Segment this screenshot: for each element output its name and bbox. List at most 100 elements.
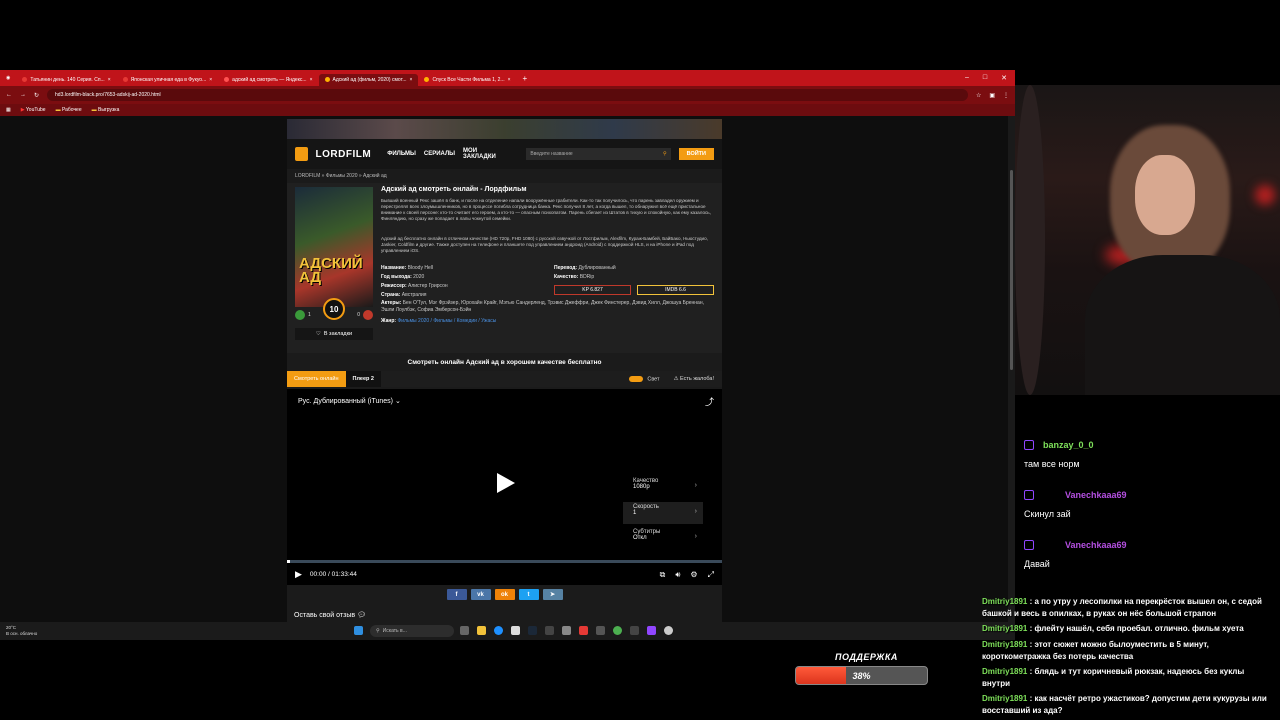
app-icon[interactable]	[562, 626, 571, 635]
vk-share-button[interactable]: vk	[470, 589, 491, 600]
telegram-share-button[interactable]: ➤	[542, 589, 563, 600]
taskbar-search-placeholder: Искать в...	[382, 628, 407, 634]
tab-label: Спуск Все Части Фильма 1, 2...	[432, 76, 505, 83]
reload-icon[interactable]: ↻	[34, 92, 39, 99]
chevron-right-icon: ›	[694, 482, 697, 489]
apps-icon[interactable]: ▦	[6, 107, 11, 113]
nav-films[interactable]: ФИЛЬМЫ	[387, 151, 416, 157]
url-field[interactable]: hd3.lordfilm-black.pro/7653-adskij-ad-20…	[47, 89, 968, 101]
video-player[interactable]: Рус. Дублированный (iTunes) ⌄ ⤴ Качество…	[287, 389, 722, 585]
support-percent: 38%	[852, 670, 871, 681]
light-toggle[interactable]: Свет	[629, 375, 660, 382]
browser-tab[interactable]: Спуск Все Части Фильма 1, 2... ×	[418, 74, 516, 86]
steam-icon[interactable]	[528, 626, 537, 635]
forward-icon[interactable]: →	[20, 92, 26, 98]
minimize-icon[interactable]: –	[965, 74, 969, 82]
login-button[interactable]: ВОЙТИ	[678, 148, 714, 160]
extensions-icon[interactable]: ▣	[989, 92, 995, 99]
new-tab-icon[interactable]: +	[517, 74, 534, 83]
chat-username[interactable]: Vanechkaaa69	[1065, 490, 1127, 500]
like-icon[interactable]	[295, 310, 305, 320]
dub-selector[interactable]: Рус. Дублированный (iTunes) ⌄	[298, 397, 401, 405]
person-body	[1085, 255, 1280, 395]
player-controls: ▶ 00:00 / 01:33:44 ⧉ 🔊︎ ⚙ ⤢	[287, 564, 722, 585]
nav-series[interactable]: СЕРИАЛЫ	[424, 151, 455, 157]
dislike-icon[interactable]	[363, 310, 373, 320]
votes-row: 1 0	[295, 310, 373, 320]
bookmark-folder[interactable]: ▬ Рабочее	[56, 107, 82, 113]
bookmark-youtube[interactable]: ▶ YouTube	[21, 107, 46, 113]
discord-icon[interactable]	[647, 626, 656, 635]
settings-gear-icon[interactable]: ⚙	[690, 570, 697, 580]
browser-tab[interactable]: адский ад смотреть — Яндекс... ×	[218, 74, 318, 86]
speed-setting[interactable]: Скорость 1 ›	[623, 502, 703, 524]
app-icon[interactable]	[596, 626, 605, 635]
complaint-link[interactable]: ⚠ Есть жалоба!	[674, 376, 714, 382]
comment-icon: 💬︎	[357, 612, 366, 619]
ok-share-button[interactable]: ok	[494, 589, 515, 600]
browser-tab[interactable]: Татьянин день. 140 Серия. Сп... ×	[16, 74, 116, 86]
windows-start-icon[interactable]	[354, 626, 363, 635]
store-icon[interactable]	[511, 626, 520, 635]
play-big-icon[interactable]	[497, 473, 515, 493]
bookmark-star-icon[interactable]: ☆	[976, 92, 981, 99]
person-face	[1135, 155, 1195, 235]
twitter-share-button[interactable]: t	[518, 589, 539, 600]
dislikes-count: 0	[357, 312, 360, 318]
task-view-icon[interactable]	[460, 626, 469, 635]
movie-description: Бывший военный Рекс зашёл в банк, и посл…	[381, 198, 711, 221]
tab-player-2[interactable]: Плеер 2	[345, 371, 381, 387]
app-icon[interactable]	[579, 626, 588, 635]
pip-icon[interactable]: ⧉	[660, 570, 666, 580]
chat-message: там все норм	[1024, 459, 1080, 469]
browser-tab[interactable]: Японская уличная еда в Фукуо... ×	[117, 74, 219, 86]
back-icon[interactable]: ←	[6, 92, 12, 98]
logo-icon[interactable]	[295, 147, 308, 161]
share-icon[interactable]: ⤴	[705, 395, 714, 408]
app-icon[interactable]	[545, 626, 554, 635]
menu-dots-icon[interactable]: ⋮	[1003, 92, 1009, 99]
scrollbar-thumb[interactable]	[1010, 170, 1013, 370]
site-logo[interactable]: LORDFILM	[316, 149, 372, 160]
breadcrumb[interactable]: LORDFILM » Фильмы 2020 » Адский ад	[295, 173, 387, 179]
app-icon[interactable]	[664, 626, 673, 635]
progress-bar[interactable]	[287, 560, 722, 563]
poster-title: АДСКИЙ АД	[299, 255, 363, 286]
imdb-score[interactable]: IMDB 6.6	[637, 285, 714, 295]
chat-username[interactable]: Vanechkaaa69	[1065, 540, 1127, 550]
browser-tab-active[interactable]: Адский ад (фильм, 2020) смот... ×	[318, 73, 419, 86]
genre-links[interactable]: Фильмы 2020 / Фильмы / Комедии / Ужасы	[398, 318, 497, 324]
search-icon[interactable]: ⚲	[663, 151, 667, 157]
file-explorer-icon[interactable]	[477, 626, 486, 635]
chrome-icon[interactable]	[613, 626, 622, 635]
quality-setting[interactable]: Качество 1080p ›	[623, 476, 703, 498]
tab-watch-online[interactable]: Смотреть онлайн	[287, 371, 346, 387]
add-bookmark-button[interactable]: ♡ В закладки	[295, 328, 373, 340]
bookmark-folder[interactable]: ▬ Выгрузка	[92, 107, 120, 113]
facebook-share-button[interactable]: f	[446, 589, 467, 600]
edge-icon[interactable]	[494, 626, 503, 635]
nav-bookmarks[interactable]: МОИ ЗАКЛАДКИ	[463, 148, 506, 160]
toggle-icon	[629, 375, 644, 382]
url-text: hd3.lordfilm-black.pro/7653-adskij-ad-20…	[55, 92, 161, 98]
browser-menu-icon[interactable]: ◉	[0, 75, 16, 81]
weather-text: В осн. облачно	[6, 631, 38, 636]
info-name: Название: Bloody Hell	[381, 265, 433, 271]
close-icon[interactable]: ✕	[1001, 74, 1007, 82]
folder-icon: ▬	[91, 107, 97, 113]
kp-score[interactable]: KP 6.827	[554, 285, 631, 295]
maximize-icon[interactable]: □	[983, 74, 987, 82]
play-icon[interactable]: ▶	[295, 569, 302, 580]
fullscreen-icon[interactable]: ⤢	[708, 570, 714, 580]
info-translation: Перевод: Дублированный	[554, 265, 616, 271]
complaint-label: Есть жалоба!	[680, 375, 714, 382]
app-icon[interactable]	[630, 626, 639, 635]
time-display: 00:00 / 01:33:44	[309, 571, 357, 578]
search-input[interactable]: Введите название ⚲	[526, 148, 671, 160]
tab-label: Японская уличная еда в Фукуо...	[130, 76, 207, 83]
chat-username[interactable]: banzay_0_0	[1043, 440, 1094, 450]
weather-widget[interactable]: 20°C В осн. облачно	[6, 625, 37, 637]
subtitles-setting[interactable]: Субтитры Откл ›	[623, 527, 703, 549]
taskbar-search[interactable]: ⚲ Искать в...	[370, 625, 454, 637]
volume-icon[interactable]: 🔊︎	[675, 570, 680, 580]
